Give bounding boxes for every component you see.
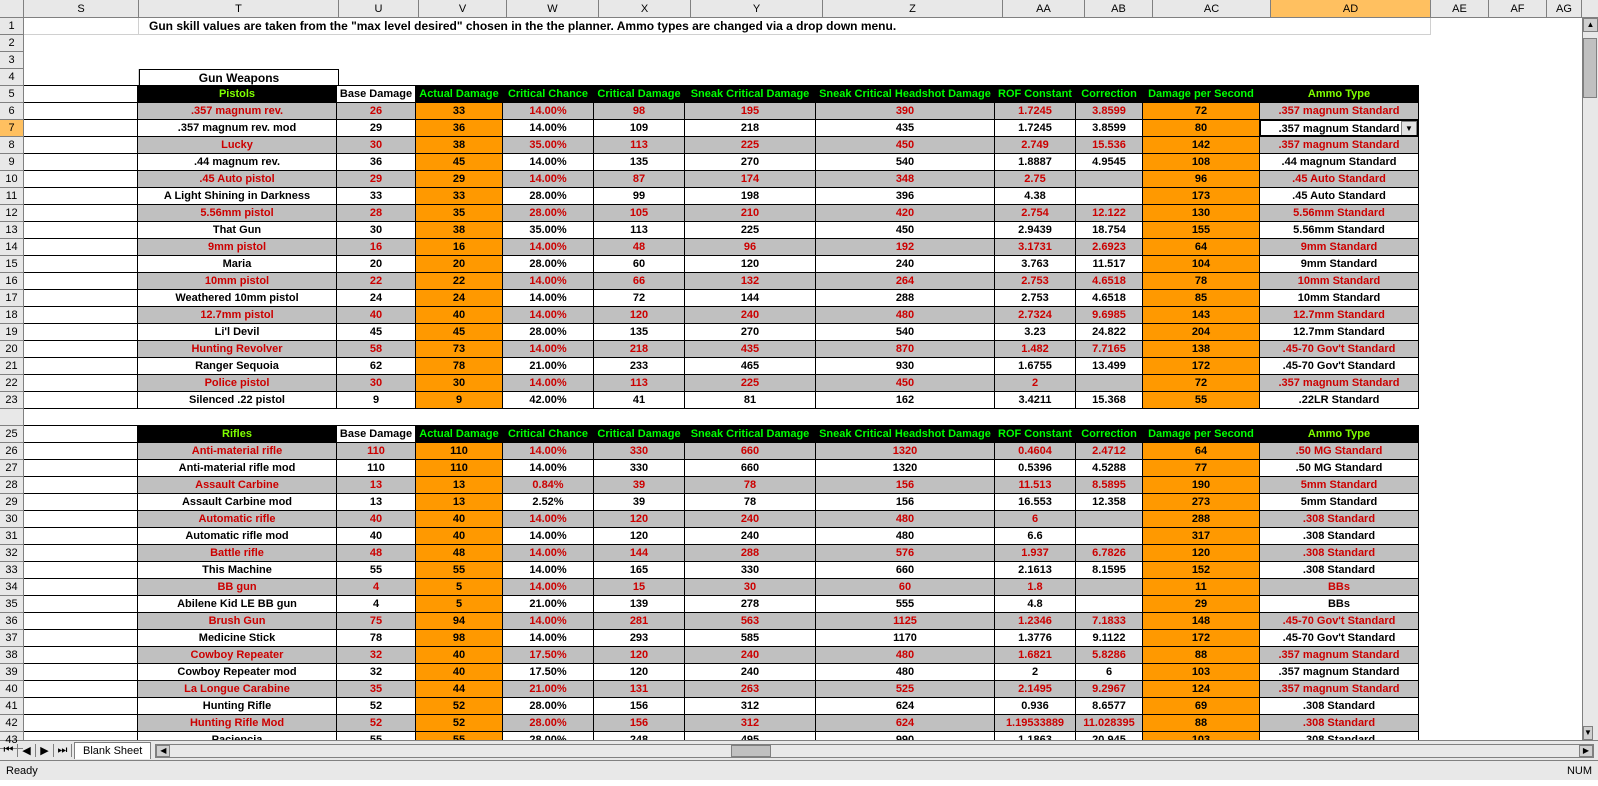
spreadsheet-grid[interactable]: Gun skill values are taken from the "max… <box>24 18 1598 740</box>
scroll-thumb[interactable] <box>1583 38 1597 98</box>
sheet-tab[interactable]: Blank Sheet <box>74 742 151 759</box>
status-num: NUM <box>1567 765 1592 777</box>
horizontal-scrollbar[interactable]: ◀ ▶ <box>155 744 1594 758</box>
scroll-right-arrow[interactable]: ▶ <box>1579 745 1593 757</box>
row-headers[interactable]: 1234567891011121314151617181920212223252… <box>0 18 24 740</box>
hscroll-thumb[interactable] <box>731 745 771 757</box>
scroll-up-arrow[interactable]: ▲ <box>1583 18 1598 32</box>
ammo-dropdown-arrow[interactable]: ▼ <box>1401 121 1417 137</box>
sheet-tabs-bar: ⏮◀▶⏭ Blank Sheet ◀ ▶ <box>0 740 1598 760</box>
status-ready: Ready <box>6 765 38 777</box>
status-bar: Ready NUM <box>0 760 1598 780</box>
scroll-left-arrow[interactable]: ◀ <box>156 745 170 757</box>
column-headers[interactable]: STUVWXYZAAABACADAEAFAG <box>0 0 1598 18</box>
tab-nav[interactable]: ⏮◀▶⏭ <box>0 744 72 757</box>
scroll-down-arrow[interactable]: ▼ <box>1583 726 1593 740</box>
vertical-scrollbar[interactable]: ▲ ▼ <box>1582 18 1598 740</box>
